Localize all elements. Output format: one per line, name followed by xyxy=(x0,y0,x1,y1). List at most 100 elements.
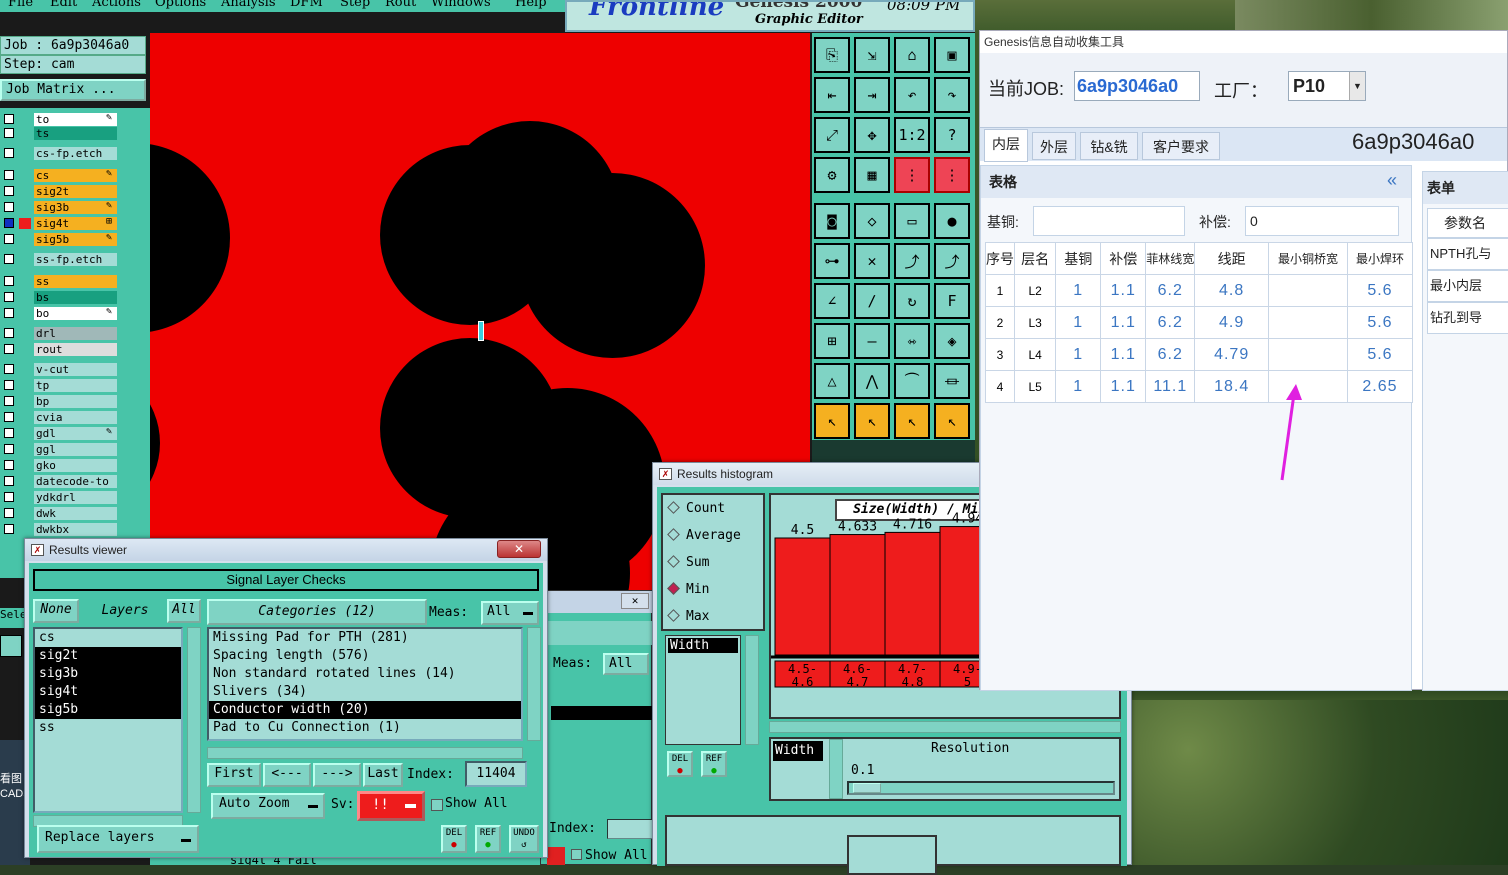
factory-select[interactable]: P10 ▼ xyxy=(1288,71,1366,101)
sv-select[interactable]: !! xyxy=(357,791,425,821)
layers-listbox[interactable]: cs sig2t sig3b sig4t sig5b ss xyxy=(33,627,183,813)
form-row[interactable]: NPTH孔与 xyxy=(1427,238,1508,270)
prev-button[interactable]: <--- xyxy=(263,763,311,787)
pointer3-icon[interactable]: ↖ xyxy=(894,403,930,439)
add-icon[interactable]: ⊞ xyxy=(814,323,850,359)
table-cell[interactable]: 6.2 xyxy=(1145,338,1196,371)
next-button[interactable]: ---> xyxy=(313,763,361,787)
table-cell[interactable]: 4.8 xyxy=(1194,274,1270,307)
layer-checkbox[interactable] xyxy=(4,308,14,318)
layer-row-rout[interactable]: rout xyxy=(0,342,120,356)
layer-checkbox[interactable] xyxy=(4,492,14,502)
layer-checkbox[interactable] xyxy=(4,524,14,534)
menu-rout[interactable]: Rout xyxy=(385,0,416,9)
table-cell[interactable]: 6.2 xyxy=(1145,274,1196,307)
resolution-slider[interactable] xyxy=(847,781,1115,795)
line-icon[interactable]: — xyxy=(854,323,890,359)
right-icon[interactable]: ⇥ xyxy=(854,77,890,113)
measure-list-item[interactable]: Width xyxy=(668,638,738,653)
tri-d-icon[interactable]: ⏛ xyxy=(934,363,970,399)
replace-layers-select[interactable]: Replace layers xyxy=(37,825,199,853)
line-a-icon[interactable]: ∠ xyxy=(814,283,850,319)
layer-checkbox[interactable] xyxy=(4,128,14,138)
tab-0[interactable]: 内层 xyxy=(984,129,1028,162)
layer-checkbox[interactable] xyxy=(4,460,14,470)
table-cell[interactable] xyxy=(1268,274,1348,307)
measure-scrollbar[interactable] xyxy=(745,635,759,745)
table-cell[interactable]: 6.2 xyxy=(1145,306,1196,339)
mode-radio-average[interactable]: Average xyxy=(667,528,759,548)
menu-analysis[interactable]: Analysis xyxy=(221,0,276,9)
layer-row-ts[interactable]: ts xyxy=(0,126,120,140)
table-row[interactable]: 2 L3 1 1.1 6.2 4.9 5.6 xyxy=(985,306,1414,339)
grid-icon[interactable]: ▦ xyxy=(854,157,890,193)
layer-checkbox[interactable] xyxy=(4,444,14,454)
layer-row-sig2t[interactable]: sig2t xyxy=(0,184,120,198)
layer-row-bs[interactable]: bs xyxy=(0,290,120,304)
last-button[interactable]: Last xyxy=(363,763,403,787)
layer-row-gko[interactable]: gko xyxy=(0,458,120,472)
pointer2-icon[interactable]: ↖ xyxy=(854,403,890,439)
paste-icon[interactable]: ⇲ xyxy=(854,37,890,73)
table-cell[interactable]: 5.6 xyxy=(1346,338,1414,371)
pad-icon[interactable]: ◙ xyxy=(814,203,850,239)
menu-step[interactable]: Step xyxy=(340,0,370,9)
table-cell[interactable]: 1 xyxy=(1055,306,1102,339)
layer-checkbox[interactable] xyxy=(4,170,14,180)
layer-row-v-cut[interactable]: v-cut xyxy=(0,362,120,376)
layer-checkbox[interactable] xyxy=(4,412,14,422)
mode-radio-sum[interactable]: Sum xyxy=(667,555,759,575)
layer-checkbox[interactable] xyxy=(4,396,14,406)
table-cell[interactable]: 1.1 xyxy=(1100,274,1147,307)
ref-button[interactable]: REF ● xyxy=(475,825,501,853)
table-row[interactable]: 4 L5 1 1.1 11.1 18.4 2.65 xyxy=(985,370,1414,403)
layer-row-dwkbx[interactable]: dwkbx xyxy=(0,522,120,536)
category-list-item[interactable]: Missing Pad for PTH (281) xyxy=(209,629,521,647)
layer-row-sig4t[interactable]: sig4t ⊞ xyxy=(0,216,120,230)
table-cell[interactable] xyxy=(1268,338,1348,371)
layer-row-drl[interactable]: drl xyxy=(0,326,120,340)
layer-row-bo[interactable]: bo ✎ xyxy=(0,306,120,320)
job-input[interactable]: 6a9p3046a0 xyxy=(1074,71,1200,101)
layer-checkbox[interactable] xyxy=(4,508,14,518)
table-cell[interactable]: 1 xyxy=(1055,370,1102,403)
mode-radio-min[interactable]: Min xyxy=(667,582,759,602)
hist-del-button[interactable]: DEL ● xyxy=(667,751,693,777)
layer-row-cs-fp.etch[interactable]: cs-fp.etch xyxy=(0,146,120,160)
bg-show-all-checkbox[interactable] xyxy=(571,849,582,860)
layer-list-item[interactable]: sig3b xyxy=(35,665,181,683)
layer-checkbox[interactable] xyxy=(4,344,14,354)
close-button[interactable]: ✕ xyxy=(497,540,541,558)
categories-hscroll[interactable] xyxy=(207,747,523,759)
layer-list-item[interactable]: sig2t xyxy=(35,647,181,665)
layer-checkbox[interactable] xyxy=(4,114,14,124)
table-cell[interactable]: 5.6 xyxy=(1346,274,1414,307)
del-button[interactable]: DEL ● xyxy=(441,825,467,853)
line-b-icon[interactable]: ∕ xyxy=(854,283,890,319)
category-list-item[interactable]: Conductor width (20) xyxy=(209,701,521,719)
layer-row-bp[interactable]: bp xyxy=(0,394,120,408)
ruler-icon[interactable]: ▭ xyxy=(894,203,930,239)
layer-list-item[interactable]: ss xyxy=(35,719,181,737)
hist-ref-button[interactable]: REF ● xyxy=(701,751,727,777)
form-row[interactable]: 钻孔到导 xyxy=(1427,302,1508,334)
zoom-fit-icon[interactable]: ⤢ xyxy=(814,117,850,153)
table-cell[interactable] xyxy=(1268,306,1348,339)
shape-icon[interactable]: ◇ xyxy=(854,203,890,239)
undo-icon[interactable]: ↶ xyxy=(894,77,930,113)
bg-sv-button[interactable] xyxy=(547,847,565,865)
layer-list-item[interactable]: sig5b xyxy=(35,701,181,719)
table-cell[interactable]: 1 xyxy=(1055,274,1102,307)
home-icon[interactable]: ⌂ xyxy=(894,37,930,73)
table-row[interactable]: 1 L2 1 1.1 6.2 4.8 5.6 xyxy=(985,274,1414,307)
net2-icon[interactable]: ⋮ xyxy=(934,157,970,193)
layer-checkbox[interactable] xyxy=(4,292,14,302)
table-cell[interactable]: 1.1 xyxy=(1100,338,1147,371)
category-list-item[interactable]: Spacing length (576) xyxy=(209,647,521,665)
arc-icon[interactable]: ↻ xyxy=(894,283,930,319)
table-cell[interactable]: 1.1 xyxy=(1100,306,1147,339)
show-all-checkbox[interactable] xyxy=(431,799,443,811)
layer-checkbox[interactable] xyxy=(4,328,14,338)
comp-input[interactable]: 0 xyxy=(1245,206,1399,236)
layer-row-ss[interactable]: ss xyxy=(0,274,120,288)
